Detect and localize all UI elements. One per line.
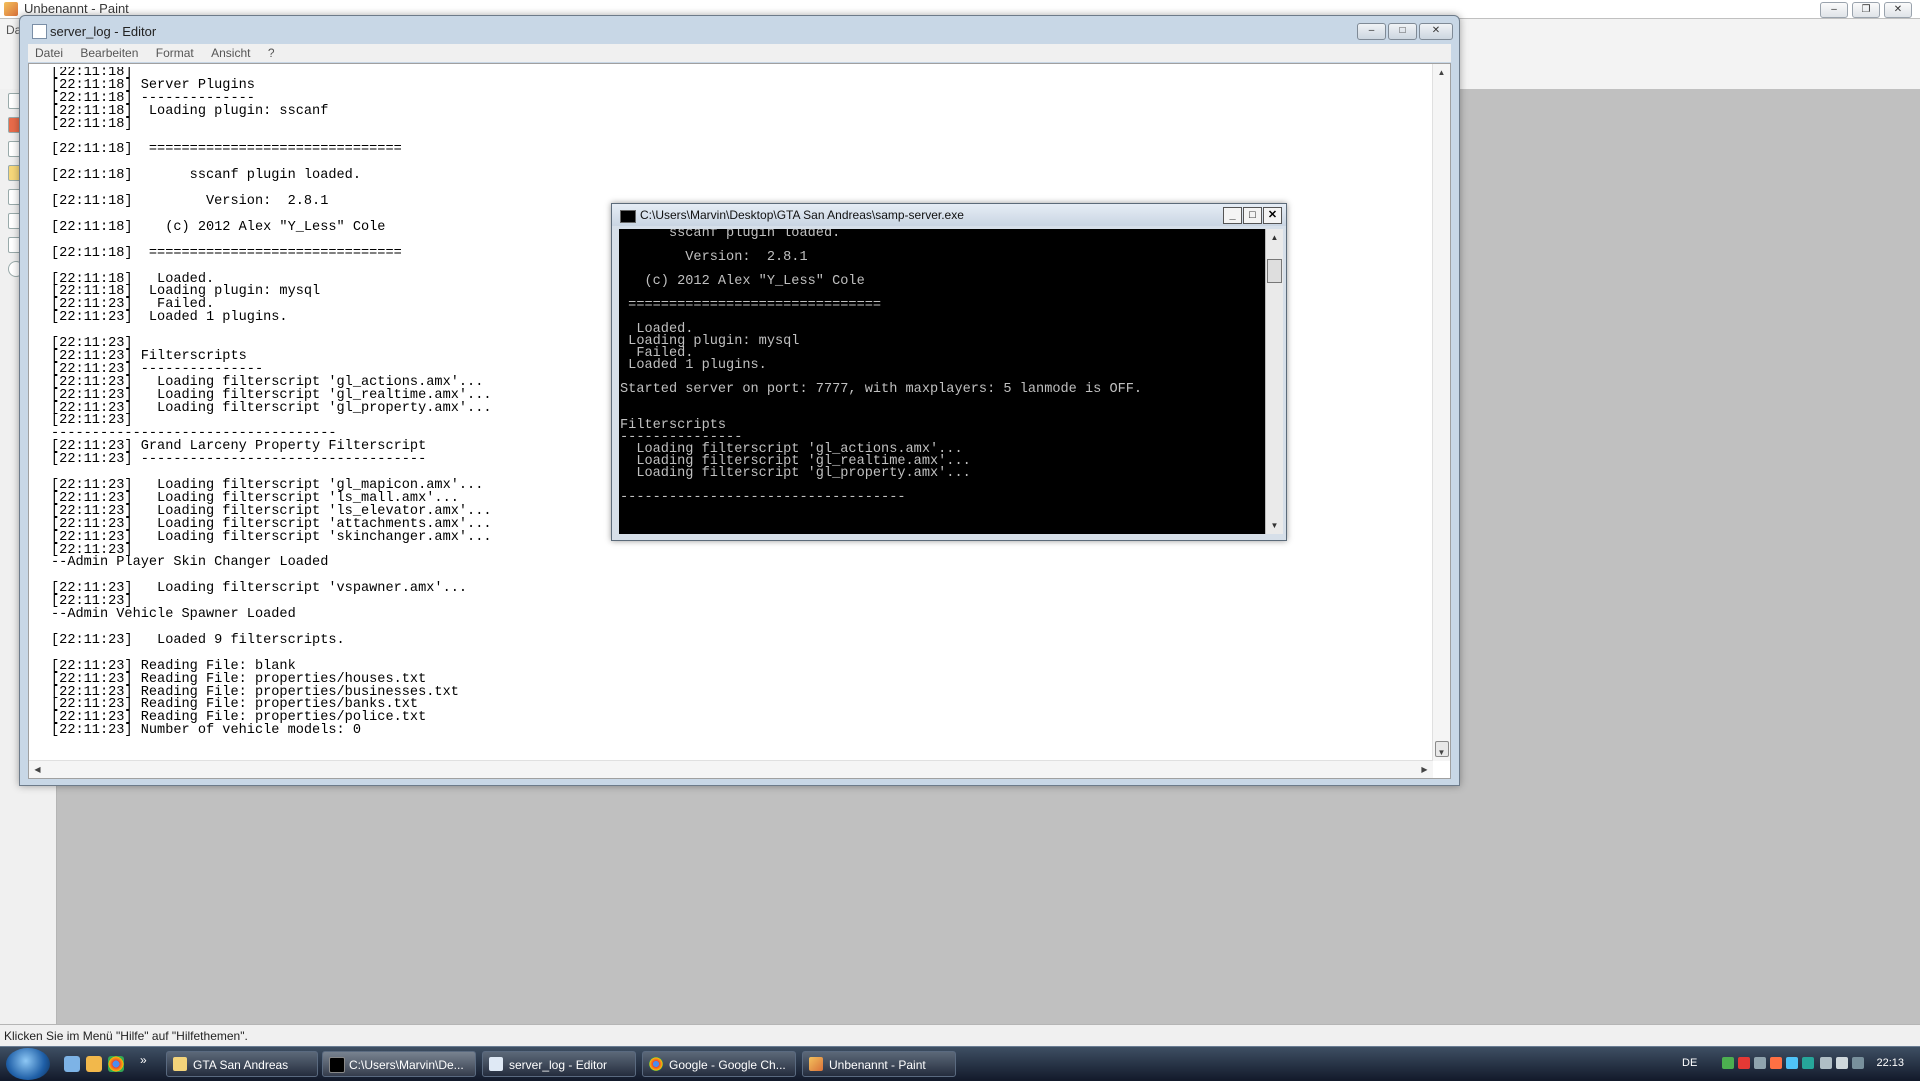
console-output[interactable]: sscanf plugin loaded. Version: 2.8.1 (c)… — [619, 229, 1265, 534]
paint-icon — [809, 1057, 823, 1071]
console-vertical-scrollbar[interactable]: ▲ ▼ — [1265, 229, 1283, 534]
console-text-content: sscanf plugin loaded. Version: 2.8.1 (c)… — [620, 229, 1143, 505]
tray-security-icon[interactable] — [1738, 1057, 1750, 1069]
console-titlebar[interactable]: C:\Users\Marvin\Desktop\GTA San Andreas\… — [612, 204, 1286, 226]
task-paint[interactable]: Unbenannt - Paint — [802, 1051, 956, 1077]
folder-icon — [173, 1057, 187, 1071]
tray-flame-icon[interactable] — [1770, 1057, 1782, 1069]
notepad-minimize-button[interactable]: – — [1357, 23, 1386, 40]
console-window: C:\Users\Marvin\Desktop\GTA San Andreas\… — [611, 203, 1287, 541]
quicklaunch-more-icon[interactable]: » — [140, 1053, 150, 1069]
console-task-icon — [329, 1057, 345, 1073]
console-minimize-button[interactable]: _ — [1223, 207, 1242, 224]
task-console[interactable]: C:\Users\Marvin\De... — [322, 1051, 476, 1077]
console-icon — [620, 210, 636, 223]
console-scroll-thumb[interactable] — [1267, 259, 1282, 283]
tray-update-icon[interactable] — [1786, 1057, 1798, 1069]
show-desktop-icon[interactable] — [64, 1056, 80, 1072]
notepad-menubar: Datei Bearbeiten Format Ansicht ? — [28, 44, 1451, 62]
task-label: GTA San Andreas — [193, 1058, 289, 1072]
start-button[interactable] — [6, 1048, 50, 1080]
console-maximize-button[interactable]: □ — [1243, 207, 1262, 224]
notepad-icon — [32, 24, 47, 39]
scroll-down-arrow-icon[interactable]: ▼ — [1433, 744, 1450, 761]
console-window-title: C:\Users\Marvin\Desktop\GTA San Andreas\… — [640, 208, 964, 222]
console-scroll-down-icon[interactable]: ▼ — [1266, 517, 1283, 534]
paint-close-button[interactable]: ✕ — [1884, 2, 1912, 18]
paint-minimize-button[interactable]: – — [1820, 2, 1848, 18]
network-icon[interactable] — [1820, 1057, 1832, 1069]
console-close-button[interactable]: ✕ — [1263, 207, 1282, 224]
task-notepad[interactable]: server_log - Editor — [482, 1051, 636, 1077]
notepad-close-button[interactable]: ✕ — [1419, 23, 1453, 40]
power-icon[interactable] — [1852, 1057, 1864, 1069]
console-scroll-up-icon[interactable]: ▲ — [1266, 229, 1283, 246]
menu-ansicht[interactable]: Ansicht — [204, 44, 257, 62]
system-tray: DE 22:13 — [1660, 1047, 1920, 1081]
media-player-icon[interactable] — [86, 1056, 102, 1072]
scroll-right-arrow-icon[interactable]: ▶ — [1416, 761, 1433, 778]
menu-format[interactable]: Format — [149, 44, 201, 62]
notepad-maximize-button[interactable]: □ — [1388, 23, 1417, 40]
task-label: Google - Google Ch... — [669, 1058, 786, 1072]
menu-bearbeiten[interactable]: Bearbeiten — [73, 44, 145, 62]
paint-status-text: Klicken Sie im Menü "Hilfe" auf "Hilfeth… — [4, 1029, 248, 1043]
menu-help[interactable]: ? — [261, 44, 282, 62]
tray-app-icon[interactable] — [1722, 1057, 1734, 1069]
scroll-up-arrow-icon[interactable]: ▲ — [1433, 64, 1450, 81]
task-label: Unbenannt - Paint — [829, 1058, 926, 1072]
task-label: server_log - Editor — [509, 1058, 608, 1072]
notepad-horizontal-scrollbar[interactable]: ◀ ▶ — [29, 760, 1433, 778]
paint-app-icon — [4, 2, 18, 16]
notepad-task-icon — [489, 1057, 503, 1071]
paint-window-title: Unbenannt - Paint — [24, 1, 129, 16]
task-gta-san-andreas[interactable]: GTA San Andreas — [166, 1051, 318, 1077]
scroll-left-arrow-icon[interactable]: ◀ — [29, 761, 46, 778]
language-indicator[interactable]: DE — [1682, 1057, 1697, 1069]
paint-status-bar: Klicken Sie im Menü "Hilfe" auf "Hilfeth… — [0, 1024, 1920, 1047]
tray-device-icon[interactable] — [1754, 1057, 1766, 1069]
volume-icon[interactable] — [1836, 1057, 1848, 1069]
clock[interactable]: 22:13 — [1876, 1057, 1904, 1069]
chrome-icon — [649, 1057, 663, 1071]
menu-datei[interactable]: Datei — [28, 44, 70, 62]
task-label: C:\Users\Marvin\De... — [349, 1058, 464, 1072]
task-chrome[interactable]: Google - Google Ch... — [642, 1051, 796, 1077]
notepad-vertical-scrollbar[interactable]: ▲ ▼ — [1432, 64, 1450, 761]
chrome-quicklaunch-icon[interactable] — [108, 1056, 124, 1072]
tray-network-app-icon[interactable] — [1802, 1057, 1814, 1069]
notepad-titlebar[interactable]: server_log - Editor – □ ✕ — [20, 16, 1459, 42]
paint-restore-button[interactable]: ❐ — [1852, 2, 1880, 18]
taskbar: » GTA San Andreas C:\Users\Marvin\De... … — [0, 1046, 1920, 1081]
notepad-window-title: server_log - Editor — [50, 24, 157, 39]
